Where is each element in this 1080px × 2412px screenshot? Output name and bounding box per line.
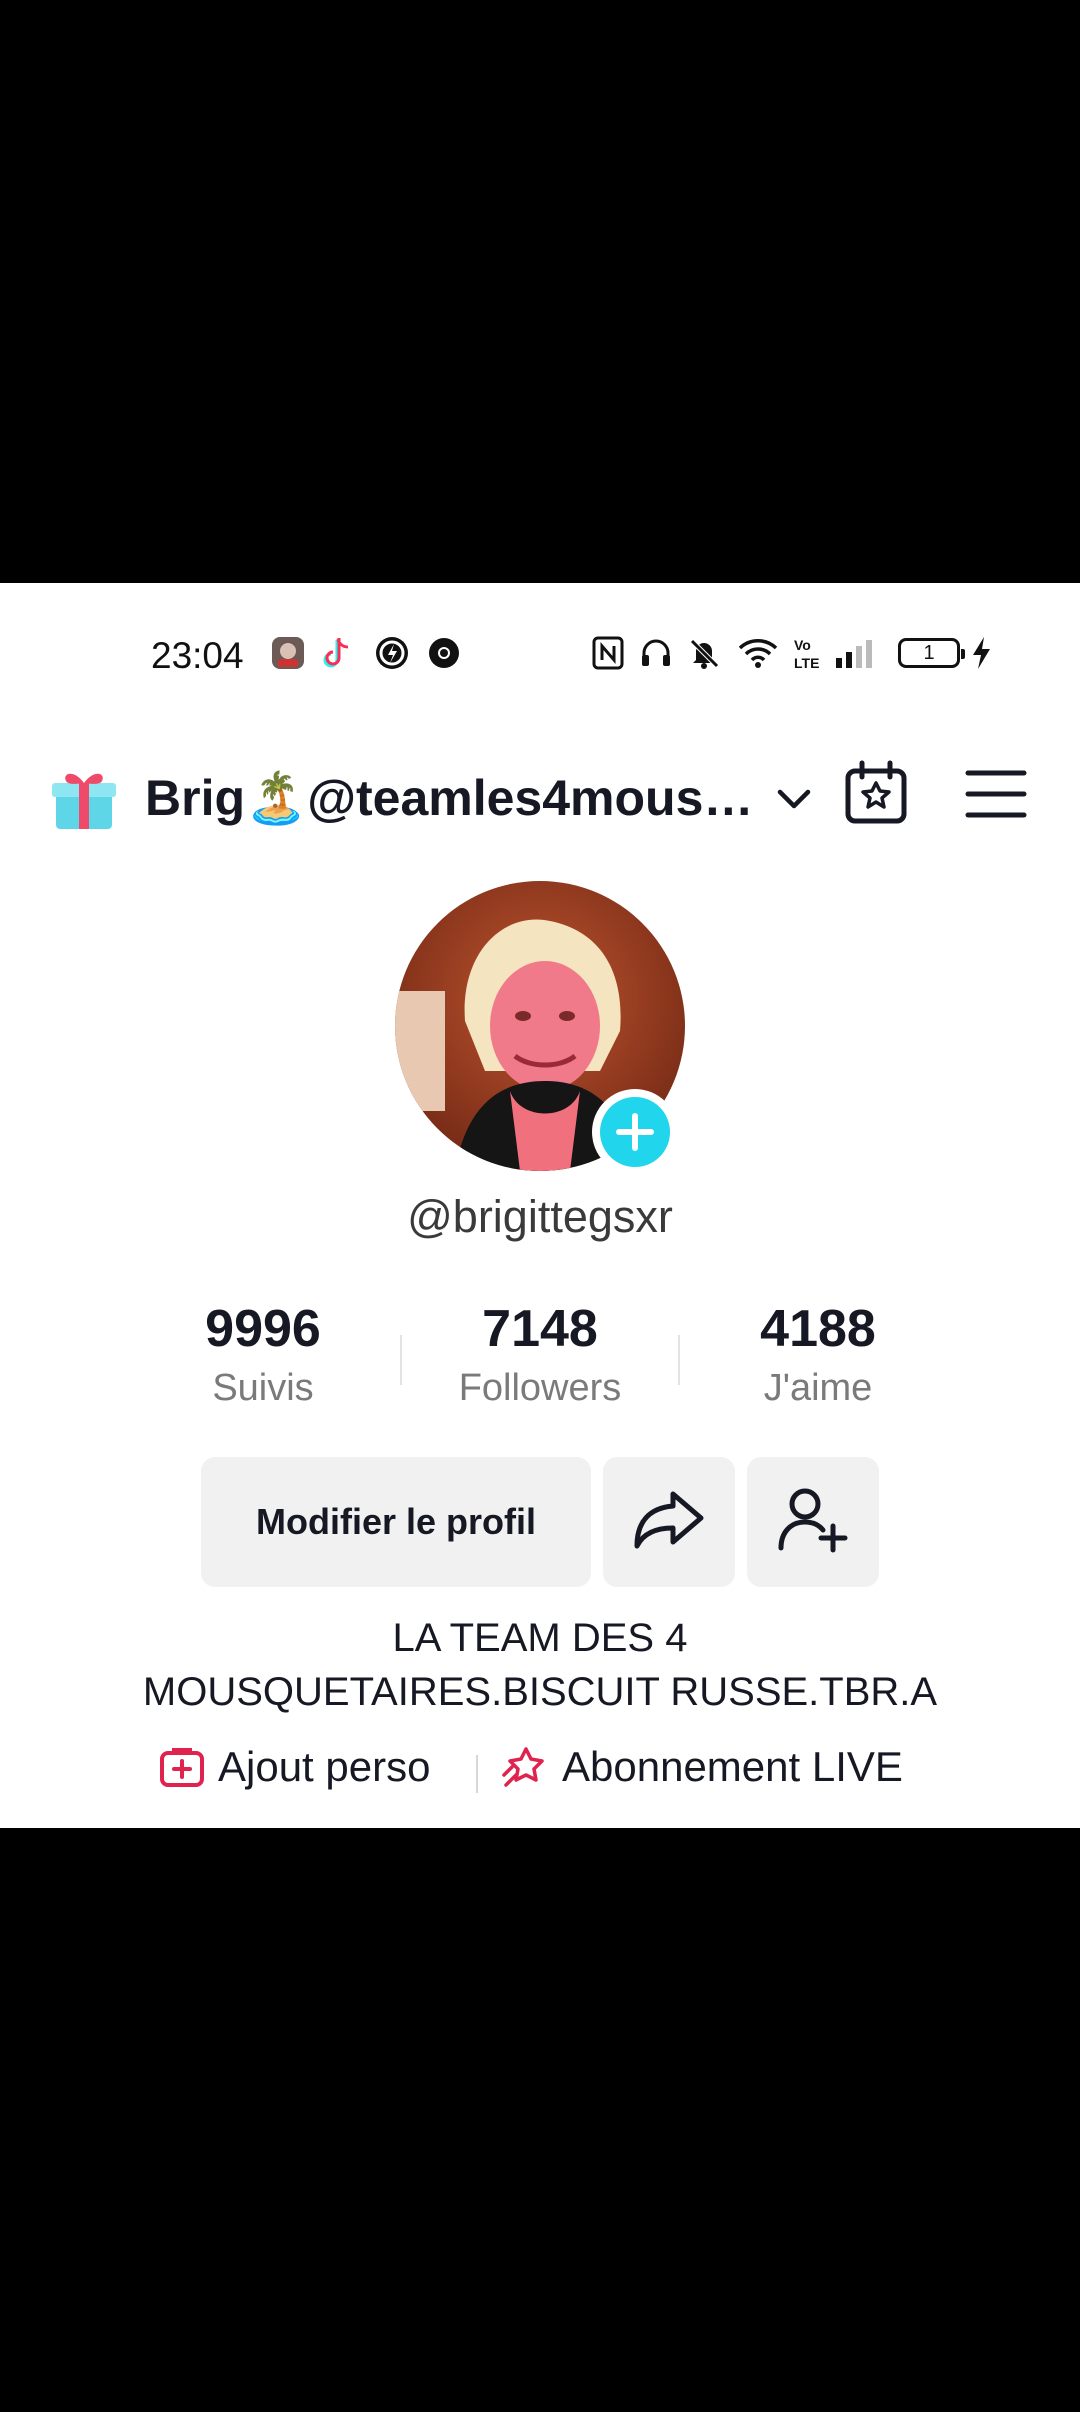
profile-title[interactable]: Brig🏝️@teamles4mous…	[145, 769, 753, 828]
stat-value: 4188	[760, 1300, 876, 1358]
stat-label: Suivis	[212, 1367, 314, 1409]
nfc-icon	[588, 633, 628, 673]
charging-icon	[966, 633, 996, 673]
tiktok-icon	[318, 633, 358, 673]
wifi-icon	[736, 633, 780, 673]
add-box-icon	[158, 1745, 206, 1789]
svg-text:LTE: LTE	[794, 655, 819, 671]
stat-label: Followers	[458, 1367, 622, 1409]
link-label: Ajout perso	[218, 1743, 431, 1790]
mute-icon	[684, 633, 724, 673]
plus-icon	[600, 1097, 670, 1167]
profile-bio: LA TEAM DES 4 MOUSQUETAIRES.BISCUIT RUSS…	[0, 1611, 1080, 1719]
stat-value: 7148	[482, 1300, 598, 1358]
calendar-star-icon[interactable]	[842, 759, 910, 827]
stat-likes[interactable]: 4188 J'aime	[698, 1299, 938, 1410]
bio-line: LA TEAM DES 4	[392, 1616, 688, 1660]
live-subscription-link[interactable]: Abonnement LIVE	[500, 1743, 903, 1791]
link-divider	[476, 1755, 478, 1793]
edit-profile-label: Modifier le profil	[255, 1501, 536, 1542]
star-subscription-icon	[500, 1745, 548, 1789]
status-time: 23:04	[151, 635, 244, 676]
share-arrow-icon	[633, 1488, 705, 1557]
stat-following[interactable]: 9996 Suivis	[143, 1299, 383, 1410]
stat-divider	[400, 1335, 402, 1385]
volte-icon: Vo LTE	[790, 633, 824, 673]
profile-screen: 23:04 Vo LTE 1 Brig🏝️@teamles4mous… @bri…	[0, 583, 1080, 1828]
add-custom-link[interactable]: Ajout perso	[158, 1743, 430, 1791]
headphones-icon	[636, 633, 676, 673]
hamburger-menu-icon[interactable]	[962, 765, 1030, 823]
battery-icon: 1	[894, 633, 965, 673]
edit-profile-button[interactable]: Modifier le profil	[201, 1457, 591, 1587]
stat-followers[interactable]: 7148 Followers	[420, 1299, 660, 1410]
bio-line: MOUSQUETAIRES.BISCUIT RUSSE.TBR.A	[142, 1670, 938, 1714]
notification-app-icon	[268, 633, 308, 673]
profile-links: Ajout perso Abonnement LIVE	[0, 1743, 1080, 1803]
battery-level: 1	[923, 641, 935, 664]
stat-value: 9996	[205, 1300, 321, 1358]
add-friend-button[interactable]	[747, 1457, 879, 1587]
profile-handle: @brigittegsxr	[407, 1191, 673, 1242]
signal-icon	[834, 633, 878, 673]
add-photo-button[interactable]	[592, 1089, 678, 1175]
svg-text:Vo: Vo	[794, 637, 811, 653]
status-bar: 23:04 Vo LTE 1	[0, 583, 1080, 729]
stat-divider	[678, 1335, 680, 1385]
stat-label: J'aime	[763, 1367, 873, 1409]
chevron-down-icon[interactable]	[772, 777, 816, 821]
chrome-icon	[424, 633, 464, 673]
add-friend-icon	[777, 1486, 849, 1559]
profile-header: Brig🏝️@teamles4mous…	[0, 729, 1080, 849]
link-label: Abonnement LIVE	[562, 1743, 903, 1790]
share-profile-button[interactable]	[603, 1457, 735, 1587]
gift-icon[interactable]	[48, 761, 120, 833]
app-icon	[372, 633, 412, 673]
